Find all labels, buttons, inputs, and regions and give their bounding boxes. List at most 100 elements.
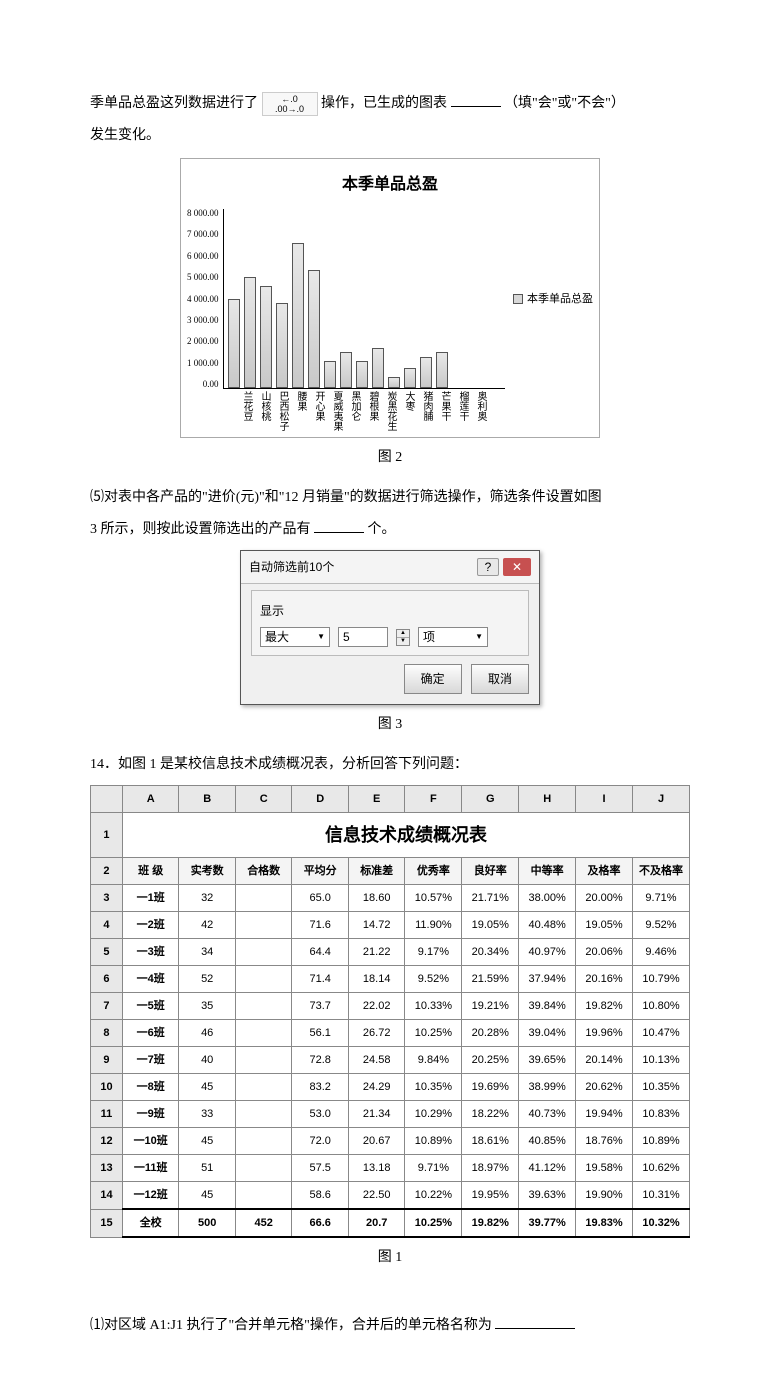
cell[interactable]: 一8班 (122, 1074, 179, 1101)
cell[interactable]: 10.29% (405, 1101, 462, 1128)
cell[interactable]: 10.80% (633, 993, 690, 1020)
cell[interactable]: 32 (179, 885, 236, 912)
row-4[interactable]: 4 (91, 912, 123, 939)
cell[interactable] (235, 1074, 292, 1101)
cell[interactable] (235, 1047, 292, 1074)
cell[interactable]: 72.8 (292, 1047, 349, 1074)
cell[interactable]: 20.00% (576, 885, 633, 912)
cell[interactable]: 41.12% (519, 1155, 576, 1182)
cell[interactable]: 9.17% (405, 939, 462, 966)
blank-fill[interactable] (314, 516, 364, 533)
cell[interactable]: 18.22% (462, 1101, 519, 1128)
cell[interactable]: 21.34 (348, 1101, 405, 1128)
cell[interactable]: 26.72 (348, 1020, 405, 1047)
close-button[interactable]: ✕ (503, 558, 531, 576)
cancel-button[interactable]: 取消 (471, 664, 529, 694)
cell[interactable]: 20.28% (462, 1020, 519, 1047)
cell[interactable]: 38.00% (519, 885, 576, 912)
cell[interactable]: 19.69% (462, 1074, 519, 1101)
row-6[interactable]: 6 (91, 966, 123, 993)
table-header-cell[interactable]: 优秀率 (405, 858, 462, 885)
cell[interactable]: 10.79% (633, 966, 690, 993)
cell[interactable]: 24.58 (348, 1047, 405, 1074)
cell[interactable]: 19.21% (462, 993, 519, 1020)
row-2[interactable]: 2 (91, 858, 123, 885)
cell[interactable]: 65.0 (292, 885, 349, 912)
ok-button[interactable]: 确定 (404, 664, 462, 694)
cell[interactable]: 22.02 (348, 993, 405, 1020)
cell[interactable]: 20.16% (576, 966, 633, 993)
cell[interactable]: 57.5 (292, 1155, 349, 1182)
cell[interactable]: 一5班 (122, 993, 179, 1020)
cell[interactable] (235, 1155, 292, 1182)
cell[interactable]: 10.25% (405, 1209, 462, 1237)
table-header-cell[interactable]: 及格率 (576, 858, 633, 885)
cell[interactable]: 19.90% (576, 1182, 633, 1210)
cell[interactable]: 10.62% (633, 1155, 690, 1182)
row-14[interactable]: 14 (91, 1182, 123, 1210)
cell[interactable]: 500 (179, 1209, 236, 1237)
cell[interactable]: 19.05% (576, 912, 633, 939)
col-A[interactable]: A (122, 786, 179, 813)
cell[interactable]: 一7班 (122, 1047, 179, 1074)
cell[interactable]: 10.33% (405, 993, 462, 1020)
cell[interactable] (235, 1182, 292, 1210)
cell[interactable]: 9.46% (633, 939, 690, 966)
cell[interactable]: 14.72 (348, 912, 405, 939)
col-F[interactable]: F (405, 786, 462, 813)
cell[interactable]: 53.0 (292, 1101, 349, 1128)
col-I[interactable]: I (576, 786, 633, 813)
cell[interactable]: 64.4 (292, 939, 349, 966)
cell[interactable]: 一4班 (122, 966, 179, 993)
row-10[interactable]: 10 (91, 1074, 123, 1101)
cell[interactable]: 21.22 (348, 939, 405, 966)
cell[interactable]: 35 (179, 993, 236, 1020)
row-3[interactable]: 3 (91, 885, 123, 912)
cell[interactable]: 66.6 (292, 1209, 349, 1237)
col-E[interactable]: E (348, 786, 405, 813)
criteria-select[interactable]: 最大▼ (260, 627, 330, 647)
cell[interactable]: 13.18 (348, 1155, 405, 1182)
cell[interactable]: 71.6 (292, 912, 349, 939)
cell[interactable]: 56.1 (292, 1020, 349, 1047)
cell[interactable]: 10.22% (405, 1182, 462, 1210)
merged-title-cell[interactable]: 信息技术成绩概况表 (122, 813, 689, 858)
cell[interactable]: 20.62% (576, 1074, 633, 1101)
cell[interactable]: 39.04% (519, 1020, 576, 1047)
cell[interactable]: 83.2 (292, 1074, 349, 1101)
help-button[interactable]: ? (477, 558, 499, 576)
cell[interactable]: 一1班 (122, 885, 179, 912)
cell[interactable]: 10.13% (633, 1047, 690, 1074)
cell[interactable]: 71.4 (292, 966, 349, 993)
cell[interactable]: 10.31% (633, 1182, 690, 1210)
cell[interactable]: 42 (179, 912, 236, 939)
blank-fill[interactable] (451, 90, 501, 107)
row-5[interactable]: 5 (91, 939, 123, 966)
row-15[interactable]: 15 (91, 1209, 123, 1237)
cell[interactable]: 9.71% (633, 885, 690, 912)
cell[interactable]: 9.52% (405, 966, 462, 993)
cell[interactable]: 40.97% (519, 939, 576, 966)
cell[interactable]: 一6班 (122, 1020, 179, 1047)
cell[interactable]: 39.77% (519, 1209, 576, 1237)
cell[interactable]: 21.59% (462, 966, 519, 993)
cell[interactable]: 52 (179, 966, 236, 993)
cell[interactable]: 19.82% (576, 993, 633, 1020)
cell[interactable] (235, 1128, 292, 1155)
cell[interactable]: 全校 (122, 1209, 179, 1237)
cell[interactable] (235, 939, 292, 966)
col-B[interactable]: B (179, 786, 236, 813)
cell[interactable]: 72.0 (292, 1128, 349, 1155)
count-input[interactable]: 5 (338, 627, 388, 647)
cell[interactable]: 20.7 (348, 1209, 405, 1237)
col-C[interactable]: C (235, 786, 292, 813)
row-12[interactable]: 12 (91, 1128, 123, 1155)
table-header-cell[interactable]: 中等率 (519, 858, 576, 885)
cell[interactable]: 18.76% (576, 1128, 633, 1155)
cell[interactable]: 19.94% (576, 1101, 633, 1128)
cell[interactable]: 一11班 (122, 1155, 179, 1182)
table-header-cell[interactable]: 不及格率 (633, 858, 690, 885)
cell[interactable]: 一3班 (122, 939, 179, 966)
col-D[interactable]: D (292, 786, 349, 813)
cell[interactable]: 19.82% (462, 1209, 519, 1237)
